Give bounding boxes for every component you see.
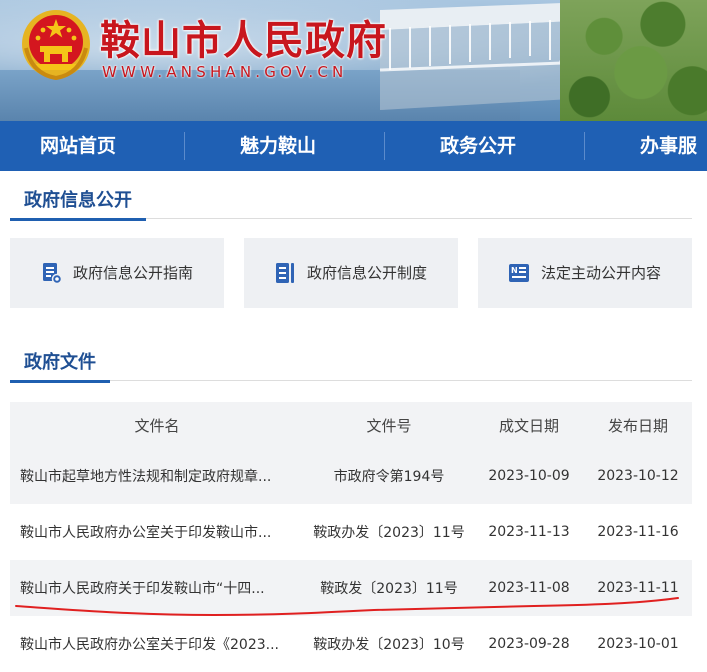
- doc-name-link[interactable]: 鞍山市起草地方性法规和制定政府规章...: [20, 448, 290, 504]
- site-domain: WWW.ANSHAN.GOV.CN: [102, 63, 348, 81]
- column-header-written-date: 成文日期: [498, 416, 559, 435]
- nav-divider: [184, 132, 185, 160]
- column-header-publish-date: 发布日期: [607, 416, 668, 435]
- doc-publish-date: 2023-11-11: [597, 580, 679, 596]
- main-nav: 网站首页 魅力鞍山 政务公开 办事服: [0, 121, 707, 171]
- doc-written-date: 2023-10-09: [488, 468, 570, 484]
- table-row[interactable]: 鞍山市人民政府关于印发鞍山市“十四... 鞍政发〔2023〕11号 2023-1…: [10, 560, 692, 616]
- table-row[interactable]: 鞍山市人民政府办公室关于印发鞍山市... 鞍政办发〔2023〕11号 2023-…: [10, 504, 692, 560]
- doc-name-link[interactable]: 鞍山市人民政府办公室关于印发《2023...: [20, 616, 290, 672]
- documents-table: 文件名 文件号 成文日期 发布日期 鞍山市起草地方性法规和制定政府规章... 市…: [10, 402, 692, 672]
- news-icon: N: [509, 264, 529, 282]
- header-banner: 鞍山市人民政府 WWW.ANSHAN.GOV.CN: [0, 0, 707, 121]
- nav-divider: [584, 132, 585, 160]
- nav-item-services[interactable]: 办事服: [640, 121, 697, 171]
- table-header-row: 文件名 文件号 成文日期 发布日期: [10, 402, 692, 448]
- doc-written-date: 2023-11-08: [488, 580, 570, 596]
- docs-section-header: 政府文件: [10, 350, 692, 383]
- doc-number: 鞍政办发〔2023〕11号: [313, 525, 465, 541]
- doc-publish-date: 2023-10-12: [597, 468, 679, 484]
- doc-name-link[interactable]: 鞍山市人民政府办公室关于印发鞍山市...: [20, 504, 290, 560]
- card-label: 法定主动公开内容: [541, 264, 662, 282]
- doc-publish-date: 2023-10-01: [597, 636, 679, 652]
- site-title: 鞍山市人民政府: [100, 18, 387, 64]
- docs-section-title[interactable]: 政府文件: [10, 350, 110, 383]
- table-row[interactable]: 鞍山市人民政府办公室关于印发《2023... 鞍政办发〔2023〕10号 202…: [10, 616, 692, 672]
- info-section-title[interactable]: 政府信息公开: [10, 188, 146, 221]
- doc-number: 市政府令第194号: [333, 469, 445, 485]
- info-section-header: 政府信息公开: [10, 188, 692, 221]
- card-label: 政府信息公开制度: [307, 264, 428, 282]
- doc-written-date: 2023-11-13: [488, 524, 570, 540]
- card-disclosure-guide[interactable]: 政府信息公开指南: [10, 238, 224, 308]
- guide-icon: [43, 263, 62, 284]
- nav-item-gov-affairs[interactable]: 政务公开: [440, 121, 516, 171]
- banner-trees: [560, 0, 707, 121]
- column-header-number: 文件号: [366, 416, 412, 435]
- doc-name-link[interactable]: 鞍山市人民政府关于印发鞍山市“十四...: [20, 560, 290, 616]
- nav-item-home[interactable]: 网站首页: [40, 121, 116, 171]
- doc-number: 鞍政发〔2023〕11号: [320, 581, 458, 597]
- svg-text:N: N: [511, 266, 518, 275]
- doc-publish-date: 2023-11-16: [597, 524, 679, 540]
- table-row[interactable]: 鞍山市起草地方性法规和制定政府规章... 市政府令第194号 2023-10-0…: [10, 448, 692, 504]
- column-header-name: 文件名: [134, 416, 180, 435]
- nav-item-charm-anshan[interactable]: 魅力鞍山: [240, 121, 316, 171]
- national-emblem-icon: [22, 10, 90, 80]
- list-icon: [276, 263, 294, 283]
- card-statutory-content[interactable]: N 法定主动公开内容: [478, 238, 692, 308]
- card-label: 政府信息公开指南: [73, 264, 194, 282]
- doc-number: 鞍政办发〔2023〕10号: [313, 637, 465, 653]
- doc-written-date: 2023-09-28: [488, 636, 570, 652]
- card-disclosure-system[interactable]: 政府信息公开制度: [244, 238, 458, 308]
- nav-divider: [384, 132, 385, 160]
